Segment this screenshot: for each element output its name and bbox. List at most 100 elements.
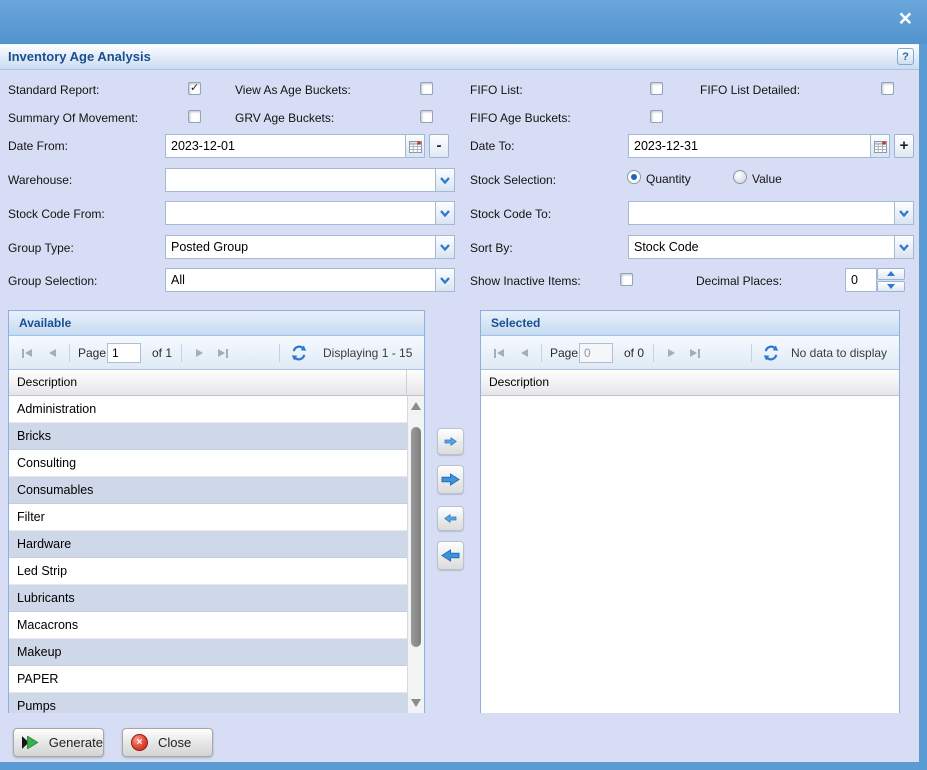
stock-code-from-dropdown-trigger[interactable] xyxy=(435,202,454,224)
group-type-combo[interactable]: Posted Group xyxy=(165,235,455,259)
toolbar-separator xyxy=(181,344,182,362)
paging-status: Displaying 1 - 15 xyxy=(323,346,412,360)
group-selection-label: Group Selection: xyxy=(8,274,97,288)
group-selection-dropdown-trigger[interactable] xyxy=(435,269,454,291)
next-page-button[interactable] xyxy=(189,343,209,363)
list-item[interactable]: Lubricants xyxy=(9,585,407,612)
move-all-left-button[interactable] xyxy=(437,541,464,570)
stock-code-to-dropdown-trigger[interactable] xyxy=(894,202,913,224)
move-all-right-button[interactable] xyxy=(437,465,464,494)
chevron-down-icon xyxy=(899,244,909,251)
description-column-label: Description xyxy=(489,375,549,389)
date-from-field[interactable] xyxy=(165,134,425,158)
available-panel-title: Available xyxy=(9,311,424,336)
list-item[interactable]: Led Strip xyxy=(9,558,407,585)
fifo-list-checkbox[interactable] xyxy=(650,82,663,95)
window-titlebar: × xyxy=(0,0,927,44)
standard-report-checkbox[interactable] xyxy=(188,82,201,95)
decimal-places-field[interactable] xyxy=(845,268,877,292)
help-button[interactable]: ? xyxy=(897,48,914,65)
prev-page-button[interactable] xyxy=(514,343,534,363)
arrow-right-icon xyxy=(441,473,460,486)
scroll-down-icon[interactable] xyxy=(411,699,421,707)
stock-code-to-combo[interactable] xyxy=(628,201,914,225)
refresh-button[interactable] xyxy=(761,343,781,363)
selected-column-header[interactable]: Description xyxy=(481,370,899,396)
prev-page-icon xyxy=(521,349,528,357)
summary-of-movement-checkbox[interactable] xyxy=(188,110,201,123)
chevron-down-icon xyxy=(440,244,450,251)
list-item[interactable]: Hardware xyxy=(9,531,407,558)
prev-page-button[interactable] xyxy=(42,343,62,363)
list-item[interactable]: Macacrons xyxy=(9,612,407,639)
scrollbar-thumb[interactable] xyxy=(411,427,421,647)
show-inactive-items-checkbox[interactable] xyxy=(620,273,633,286)
group-type-dropdown-trigger[interactable] xyxy=(435,236,454,258)
generate-button[interactable]: Generate xyxy=(13,728,104,757)
list-item[interactable]: Filter xyxy=(9,504,407,531)
date-from-calendar-trigger[interactable] xyxy=(405,135,424,157)
spinner-down-button[interactable] xyxy=(877,281,905,293)
scroll-up-icon[interactable] xyxy=(411,402,421,410)
inventory-age-analysis-dialog: × Inventory Age Analysis ? Standard Repo… xyxy=(0,0,927,770)
date-to-calendar-trigger[interactable] xyxy=(870,135,889,157)
date-to-label: Date To: xyxy=(470,139,514,153)
refresh-button[interactable] xyxy=(289,343,309,363)
stock-selection-quantity-label: Quantity xyxy=(646,172,691,186)
toolbar-separator xyxy=(541,344,542,362)
date-to-field[interactable] xyxy=(628,134,890,158)
next-page-button[interactable] xyxy=(661,343,681,363)
date-from-input[interactable] xyxy=(166,135,405,157)
date-from-label: Date From: xyxy=(8,139,68,153)
page-number-input[interactable] xyxy=(107,343,141,363)
last-page-button[interactable] xyxy=(685,343,705,363)
date-to-input[interactable] xyxy=(629,135,870,157)
list-item[interactable]: Consulting xyxy=(9,450,407,477)
window-border-bottom xyxy=(0,762,927,770)
stock-code-from-label: Stock Code From: xyxy=(8,207,105,221)
move-left-button[interactable] xyxy=(437,506,464,531)
arrow-left-icon xyxy=(441,549,460,562)
spinner-up-button[interactable] xyxy=(877,268,905,280)
vertical-scrollbar[interactable] xyxy=(407,396,424,713)
window-border-right xyxy=(919,44,927,770)
list-item[interactable]: Pumps xyxy=(9,693,407,713)
stock-code-from-combo[interactable] xyxy=(165,201,455,225)
list-item[interactable]: Bricks xyxy=(9,423,407,450)
date-from-minus-button[interactable]: - xyxy=(429,134,449,158)
available-column-header[interactable]: Description xyxy=(9,370,424,396)
decimal-places-input[interactable] xyxy=(846,269,876,291)
group-type-label: Group Type: xyxy=(8,241,74,255)
fifo-age-buckets-checkbox[interactable] xyxy=(650,110,663,123)
sort-by-dropdown-trigger[interactable] xyxy=(894,236,913,258)
available-grid-body: Administration Bricks Consulting Consuma… xyxy=(9,396,424,713)
decimal-places-spinner xyxy=(877,268,905,292)
fifo-list-detailed-checkbox[interactable] xyxy=(881,82,894,95)
page-number-input[interactable] xyxy=(579,343,613,363)
date-to-plus-button[interactable]: + xyxy=(894,134,914,158)
window-close-icon[interactable]: × xyxy=(899,5,912,31)
stock-selection-value-radio[interactable] xyxy=(733,170,747,184)
grv-age-buckets-checkbox[interactable] xyxy=(420,110,433,123)
first-page-icon xyxy=(497,349,504,357)
stock-selection-quantity-radio[interactable] xyxy=(627,170,641,184)
move-right-button[interactable] xyxy=(437,428,464,455)
list-item[interactable]: Consumables xyxy=(9,477,407,504)
group-selection-combo[interactable]: All xyxy=(165,268,455,292)
list-item[interactable]: PAPER xyxy=(9,666,407,693)
close-button[interactable]: × Close xyxy=(122,728,213,757)
sort-by-combo[interactable]: Stock Code xyxy=(628,235,914,259)
view-as-age-buckets-checkbox[interactable] xyxy=(420,82,433,95)
stock-selection-label: Stock Selection: xyxy=(470,173,556,187)
first-page-button[interactable] xyxy=(489,343,509,363)
list-item[interactable]: Administration xyxy=(9,396,407,423)
selected-panel: Selected Page of 0 No data to display xyxy=(480,310,900,713)
grv-age-buckets-label: GRV Age Buckets: xyxy=(235,111,334,125)
warehouse-dropdown-trigger[interactable] xyxy=(435,169,454,191)
last-page-button[interactable] xyxy=(213,343,233,363)
refresh-icon xyxy=(763,345,779,361)
last-page-icon xyxy=(690,349,697,357)
list-item[interactable]: Makeup xyxy=(9,639,407,666)
first-page-button[interactable] xyxy=(17,343,37,363)
warehouse-combo[interactable] xyxy=(165,168,455,192)
